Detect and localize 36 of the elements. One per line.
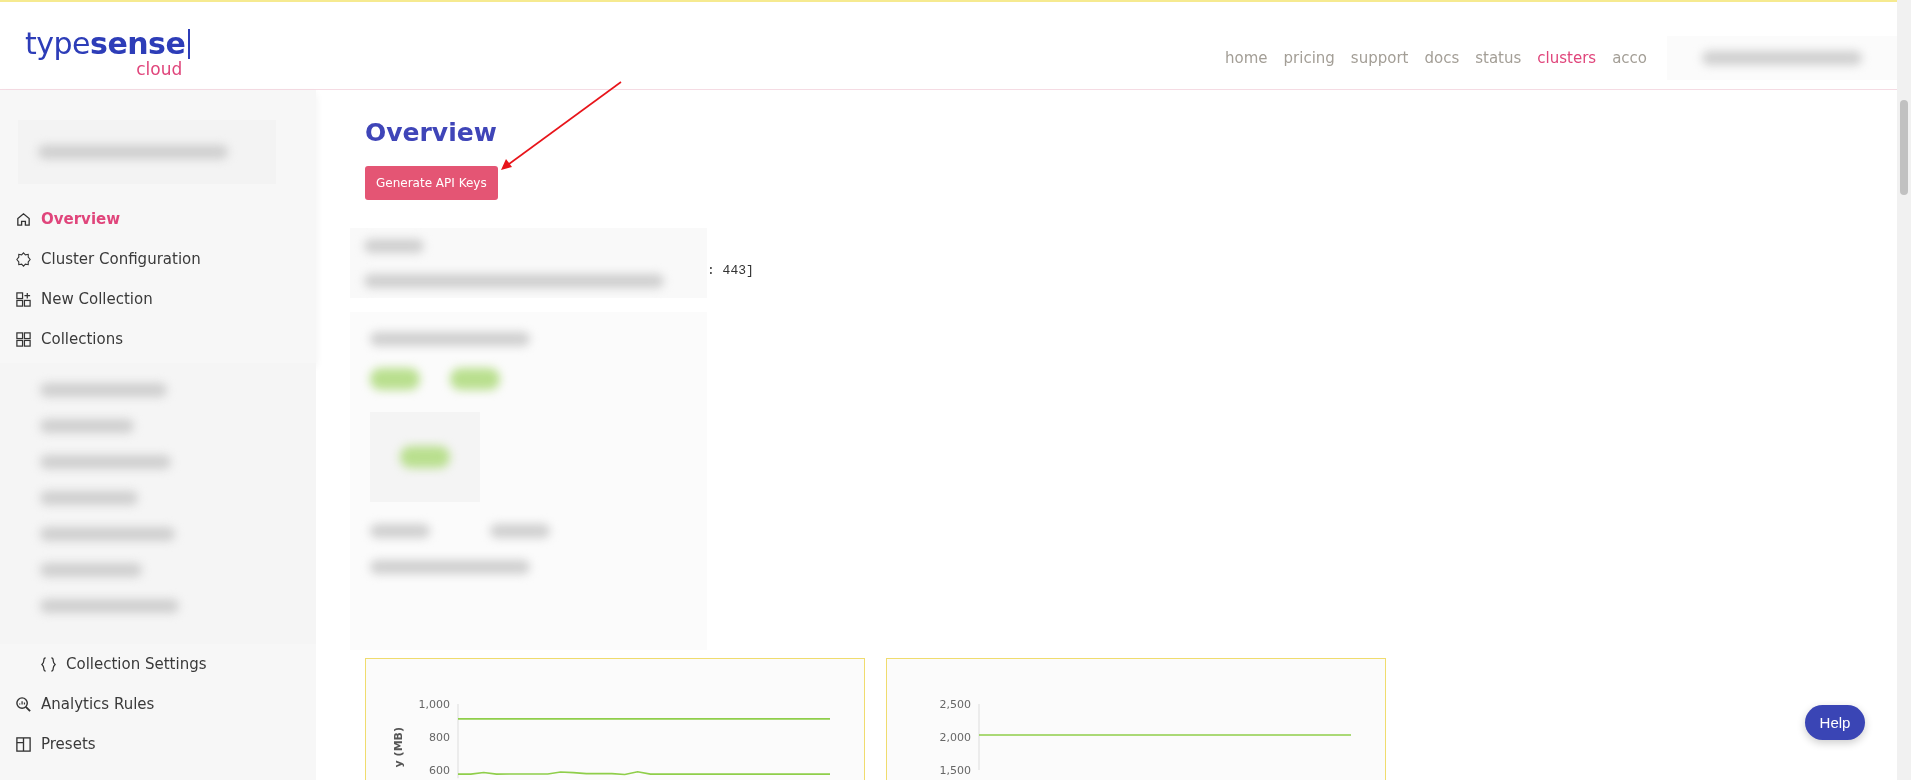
- nav-link[interactable]: pricing: [1283, 49, 1335, 67]
- logo-subtitle: cloud: [136, 60, 183, 78]
- nav-link[interactable]: support: [1350, 49, 1409, 67]
- axis-tick-label: 1,500: [939, 764, 971, 777]
- sidebar-item[interactable]: Analytics Rules: [0, 684, 316, 724]
- sidebar-item[interactable]: Presets: [0, 724, 316, 764]
- help-button[interactable]: Help: [1805, 705, 1865, 740]
- braces-icon: [40, 655, 57, 673]
- sidebar-item[interactable]: Overview: [0, 199, 316, 239]
- axis-label: y (MB): [392, 727, 405, 768]
- sidebar-item[interactable]: New Collection: [0, 279, 316, 319]
- home-icon: [15, 210, 32, 228]
- layout-icon: [15, 735, 32, 753]
- axis-tick-label: 600: [429, 764, 450, 777]
- sidebar-item[interactable]: Collections: [0, 319, 316, 359]
- axis-tick-label: 800: [429, 731, 450, 744]
- endpoint-text: : 443]: [707, 263, 754, 278]
- nav-link[interactable]: acco: [1612, 49, 1647, 67]
- sidebar-item[interactable]: Cluster Configuration: [0, 239, 316, 279]
- nav-link[interactable]: home: [1225, 49, 1268, 67]
- axis-tick-label: 1,000: [418, 698, 450, 711]
- generate-api-keys-button[interactable]: Generate API Keys: [365, 166, 498, 200]
- nav-link[interactable]: docs: [1424, 49, 1460, 67]
- page-title: Overview: [365, 118, 497, 147]
- cursor-bar-icon: [188, 29, 191, 59]
- axis-tick-label: 2,000: [939, 731, 971, 744]
- analytics-icon: [15, 695, 32, 713]
- sidebar-item[interactable]: Collection Settings: [0, 644, 316, 684]
- logo-wordmark[interactable]: typesense: [25, 28, 186, 60]
- scrollbar[interactable]: [1897, 0, 1911, 780]
- gear-icon: [15, 250, 32, 268]
- grid-plus-icon: [15, 290, 32, 308]
- axis-tick-label: 2,500: [939, 698, 971, 711]
- nav-link[interactable]: clusters: [1537, 49, 1597, 67]
- grid-icon: [15, 330, 32, 348]
- nav-link[interactable]: status: [1475, 49, 1522, 67]
